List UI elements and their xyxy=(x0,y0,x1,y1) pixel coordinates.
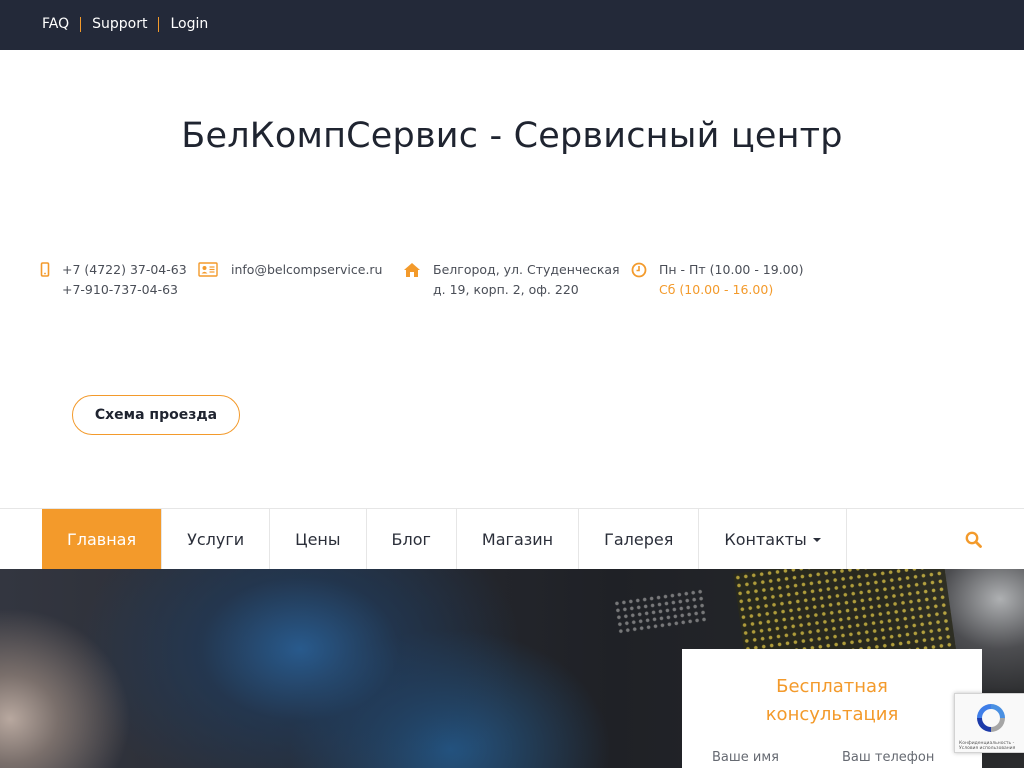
phone-field[interactable]: Ваш телефон xyxy=(842,750,934,765)
recaptcha-terms[interactable]: Конфиденциальность - Условия использован… xyxy=(959,741,1023,751)
hero-chip-graphic xyxy=(613,587,707,636)
nav-item-gallery[interactable]: Галерея xyxy=(579,509,700,569)
address-line-1: Белгород, ул. Студенческая xyxy=(433,262,620,277)
nav-label: Блог xyxy=(391,529,431,549)
nav-item-shop[interactable]: Магазин xyxy=(457,509,580,569)
nav-item-contacts[interactable]: Контакты xyxy=(699,509,847,569)
weekday-hours: Пн - Пт (10.00 - 19.00) xyxy=(659,262,804,277)
route-map-button[interactable]: Схема проезда xyxy=(72,395,240,435)
nav-items: Главная Услуги Цены Блог Магазин Галерея… xyxy=(42,509,847,569)
clock-icon xyxy=(631,262,647,278)
site-title[interactable]: БелКомпСервис - Сервисный центр xyxy=(0,116,1024,156)
nav-item-prices[interactable]: Цены xyxy=(270,509,367,569)
search-icon[interactable] xyxy=(964,530,984,550)
nav-label: Главная xyxy=(67,529,137,549)
nav-label: Галерея xyxy=(604,529,674,549)
name-field[interactable]: Ваше имя xyxy=(712,750,779,765)
contact-card-icon xyxy=(198,262,218,277)
top-links: FAQ Support Login xyxy=(42,16,208,32)
divider xyxy=(80,16,82,32)
recaptcha-icon xyxy=(977,704,1005,732)
phone-primary[interactable]: +7 (4722) 37-04-63 xyxy=(62,260,187,280)
consultation-title-line: консультация xyxy=(765,704,899,725)
faq-link[interactable]: FAQ xyxy=(42,16,69,32)
main-nav: Главная Услуги Цены Блог Магазин Галерея… xyxy=(0,508,1024,569)
nav-item-services[interactable]: Услуги xyxy=(162,509,271,569)
support-link[interactable]: Support xyxy=(92,16,147,32)
nav-label: Магазин xyxy=(481,529,554,549)
nav-item-home[interactable]: Главная xyxy=(42,509,163,569)
nav-label: Цены xyxy=(295,529,341,549)
home-icon xyxy=(404,263,420,277)
login-link[interactable]: Login xyxy=(170,16,208,32)
consultation-title-line: Бесплатная xyxy=(776,676,888,697)
saturday-hours: Сб (10.00 - 16.00) xyxy=(659,282,774,297)
top-bar: FAQ Support Login xyxy=(0,0,1024,50)
email-address[interactable]: info@belcompservice.ru xyxy=(231,260,382,280)
consultation-form: Бесплатная консультация Ваше имя Ваш тел… xyxy=(682,649,982,768)
divider xyxy=(158,16,160,32)
phone-secondary[interactable]: +7-910-737-04-63 xyxy=(62,280,187,300)
nav-item-blog[interactable]: Блог xyxy=(367,509,457,569)
nav-label: Услуги xyxy=(187,529,245,549)
recaptcha-badge[interactable]: Конфиденциальность - Условия использован… xyxy=(954,693,1024,753)
nav-label: Контакты xyxy=(724,529,807,549)
address-line-2: д. 19, корп. 2, оф. 220 xyxy=(433,282,579,297)
consultation-title: Бесплатная консультация xyxy=(682,673,982,729)
contacts-row: +7 (4722) 37-04-63 +7-910-737-04-63 info… xyxy=(0,260,1024,310)
chevron-down-icon xyxy=(812,538,821,542)
mobile-phone-icon xyxy=(40,262,50,277)
